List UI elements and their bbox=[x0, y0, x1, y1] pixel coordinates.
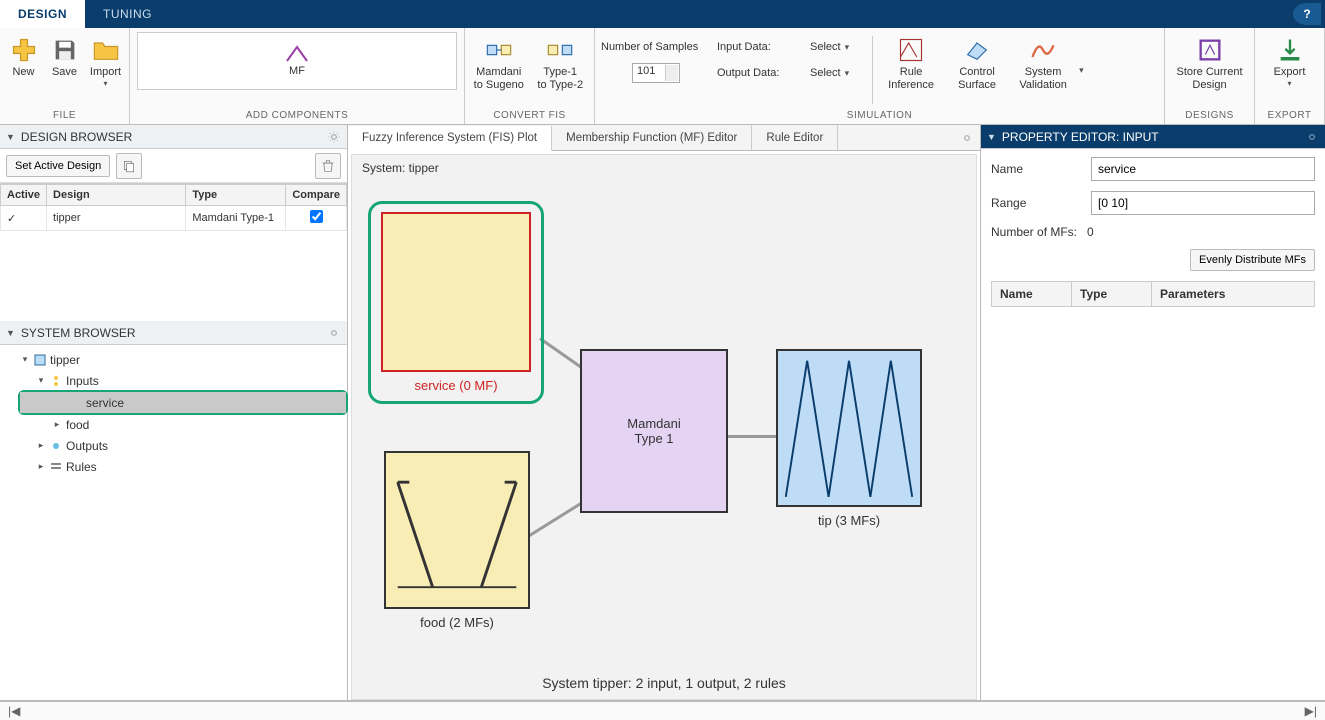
design-browser-header: ▼ DESIGN BROWSER bbox=[0, 125, 347, 149]
system-icon bbox=[34, 354, 46, 366]
prop-name-label: Name bbox=[991, 162, 1081, 176]
control-surface-button[interactable]: Control Surface bbox=[947, 32, 1007, 91]
tab-design[interactable]: DESIGN bbox=[0, 0, 85, 28]
ribbon-export-label: EXPORT bbox=[1261, 108, 1318, 124]
fis-canvas[interactable]: System: tipper service (0 MF) bbox=[351, 154, 977, 700]
validation-icon bbox=[1029, 36, 1057, 64]
system-browser-header: ▼ SYSTEM BROWSER bbox=[0, 321, 347, 345]
save-button[interactable]: Save bbox=[47, 32, 82, 79]
ribbon-convert-label: CONVERT FIS bbox=[471, 108, 588, 124]
system-validation-button[interactable]: System Validation bbox=[1013, 32, 1073, 91]
status-scroll-right[interactable]: ▶| bbox=[1305, 704, 1317, 718]
set-active-design-button[interactable]: Set Active Design bbox=[6, 155, 110, 177]
tip-mf-icon bbox=[778, 351, 920, 505]
food-mf-icon bbox=[386, 453, 528, 607]
mf-table: Name Type Parameters bbox=[991, 281, 1315, 307]
type1-to-type2-button[interactable]: Type-1 to Type-2 bbox=[533, 32, 589, 91]
num-samples-spinner[interactable]: 101 bbox=[632, 63, 680, 83]
export-icon bbox=[1276, 36, 1304, 64]
tree-root[interactable]: ▾ tipper bbox=[0, 349, 347, 370]
divider bbox=[872, 36, 873, 104]
node-service[interactable]: service (0 MF) bbox=[368, 201, 544, 404]
prop-nummf-label: Number of MFs: bbox=[991, 225, 1077, 239]
gear-icon[interactable] bbox=[327, 130, 341, 144]
tree-inputs[interactable]: ▾ Inputs bbox=[0, 370, 347, 391]
input-data-label: Input Data: bbox=[717, 41, 797, 53]
output-data-dropdown[interactable]: Select bbox=[803, 64, 864, 82]
ribbon-add-label: ADD COMPONENTS bbox=[136, 108, 458, 124]
canvas-summary: System tipper: 2 input, 1 output, 2 rule… bbox=[352, 675, 976, 691]
outputs-icon bbox=[50, 440, 62, 452]
node-food[interactable]: food (2 MFs) bbox=[384, 451, 530, 630]
system-label: System: tipper bbox=[362, 161, 439, 175]
prop-nummf-value: 0 bbox=[1087, 225, 1094, 239]
output-data-label: Output Data: bbox=[717, 67, 797, 79]
tree-input-food[interactable]: ▸ food bbox=[0, 414, 347, 435]
tree-outputs[interactable]: ▸ Outputs bbox=[0, 435, 347, 456]
copy-icon bbox=[122, 159, 136, 173]
tree-rules[interactable]: ▸ Rules bbox=[0, 456, 347, 477]
collapse-icon[interactable]: ▼ bbox=[987, 132, 996, 142]
gear-icon[interactable] bbox=[1305, 130, 1319, 144]
node-tip[interactable]: tip (3 MFs) bbox=[776, 349, 922, 528]
input-data-dropdown[interactable]: Select bbox=[803, 38, 864, 56]
num-samples-label: Number of Samples bbox=[601, 41, 711, 53]
mf-triangle-icon bbox=[283, 45, 311, 63]
new-button[interactable]: New bbox=[6, 32, 41, 79]
tab-fis-plot[interactable]: Fuzzy Inference System (FIS) Plot bbox=[348, 126, 552, 151]
store-icon bbox=[1196, 36, 1224, 64]
surface-icon bbox=[963, 36, 991, 64]
system-tree: ▾ tipper ▾ Inputs service ▸ food ▸ bbox=[0, 345, 347, 481]
delete-design-button[interactable] bbox=[315, 153, 341, 179]
convert2-icon bbox=[546, 36, 574, 64]
compare-checkbox[interactable] bbox=[310, 210, 323, 223]
mamdani-to-sugeno-button[interactable]: Mamdani to Sugeno bbox=[471, 32, 527, 91]
collapse-icon[interactable]: ▼ bbox=[6, 132, 15, 142]
convert-icon bbox=[485, 36, 513, 64]
import-button[interactable]: Import ▾ bbox=[88, 32, 123, 88]
tab-rule-editor[interactable]: Rule Editor bbox=[752, 125, 838, 150]
property-editor-header: ▼ PROPERTY EDITOR: INPUT bbox=[981, 125, 1325, 149]
prop-range-input[interactable] bbox=[1091, 191, 1315, 215]
gear-icon[interactable] bbox=[960, 131, 974, 145]
help-button[interactable]: ? bbox=[1293, 3, 1321, 25]
tree-input-service[interactable]: service bbox=[20, 392, 346, 413]
node-system[interactable]: Mamdani Type 1 bbox=[580, 349, 728, 513]
ribbon: New Save Import ▾ FILE MF ADD COMPONENTS bbox=[0, 28, 1325, 125]
tab-tuning[interactable]: TUNING bbox=[85, 0, 170, 28]
rule-inference-button[interactable]: Rule Inference bbox=[881, 32, 941, 91]
ribbon-file-label: FILE bbox=[6, 108, 123, 124]
tab-mf-editor[interactable]: Membership Function (MF) Editor bbox=[552, 125, 752, 150]
copy-design-button[interactable] bbox=[116, 153, 142, 179]
inputs-icon bbox=[50, 375, 62, 387]
store-design-button[interactable]: Store Current Design bbox=[1171, 32, 1248, 91]
ribbon-designs-label: DESIGNS bbox=[1171, 108, 1248, 124]
rules-icon bbox=[50, 461, 62, 473]
plus-icon bbox=[10, 36, 38, 64]
export-button[interactable]: Export ▾ bbox=[1266, 32, 1314, 88]
prop-name-input[interactable] bbox=[1091, 157, 1315, 181]
status-scroll-left[interactable]: |◀ bbox=[8, 704, 20, 718]
sim-more-dropdown[interactable]: ▾ bbox=[1079, 65, 1084, 76]
rule-inference-icon bbox=[897, 36, 925, 64]
design-row[interactable]: ✓ tipper Mamdani Type-1 bbox=[1, 206, 347, 231]
collapse-icon[interactable]: ▼ bbox=[6, 328, 15, 338]
gear-icon[interactable] bbox=[327, 326, 341, 340]
topbar-spacer bbox=[170, 0, 1293, 28]
edge bbox=[527, 498, 588, 538]
evenly-distribute-button[interactable]: Evenly Distribute MFs bbox=[1190, 249, 1315, 271]
design-table: Active Design Type Compare ✓ tipper Mamd… bbox=[0, 183, 347, 231]
folder-open-icon bbox=[92, 36, 120, 64]
prop-range-label: Range bbox=[991, 196, 1081, 210]
trash-icon bbox=[321, 159, 335, 173]
add-mf-button[interactable]: MF bbox=[137, 32, 457, 90]
save-icon bbox=[51, 36, 79, 64]
ribbon-sim-label: SIMULATION bbox=[601, 108, 1158, 124]
